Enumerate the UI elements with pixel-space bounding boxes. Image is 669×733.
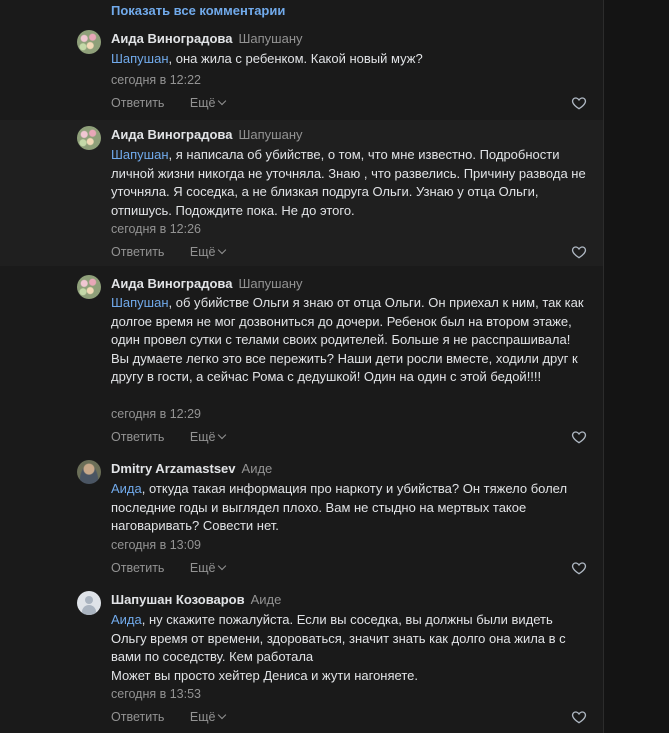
comment-header: Dmitry Arzamastsev Аиде — [111, 461, 272, 476]
like-heart-icon[interactable] — [571, 709, 587, 725]
comment-actions: Ответить Ещё — [111, 710, 226, 724]
more-button[interactable]: Ещё — [189, 430, 226, 444]
comment-header: Шапушан Козоваров Аиде — [111, 592, 281, 607]
like-heart-icon[interactable] — [571, 560, 587, 576]
mention-link[interactable]: Аида — [111, 481, 142, 496]
chevron-down-icon — [217, 245, 226, 255]
chevron-down-icon — [217, 96, 226, 106]
comment-body-line2: Может вы просто хейтер Дениса и жути наг… — [111, 667, 418, 683]
comment-header: Аида Виноградова Шапушану — [111, 127, 303, 142]
reply-button[interactable]: Ответить — [111, 561, 164, 575]
comment-item: Аида Виноградова Шапушану Шапушан, она жи… — [0, 22, 603, 120]
comment-actions: Ответить Ещё — [111, 430, 226, 444]
reply-button[interactable]: Ответить — [111, 430, 164, 444]
like-heart-icon[interactable] — [571, 244, 587, 260]
reply-button[interactable]: Ответить — [111, 710, 164, 724]
chevron-down-icon — [217, 430, 226, 440]
mention-link[interactable]: Шапушан — [111, 295, 169, 310]
comment-header: Аида Виноградова Шапушану — [111, 31, 303, 46]
comment-item: Dmitry Arzamastsev Аиде Аида, откуда така… — [0, 454, 603, 584]
comment-body: , я написала об убийстве, о том, что мне… — [111, 147, 586, 218]
more-label: Ещё — [189, 561, 216, 575]
comment-header: Аида Виноградова Шапушану — [111, 276, 303, 291]
mention-link[interactable]: Аида — [111, 612, 142, 627]
comment-item: Аида Виноградова Шапушану Шапушан, об уби… — [0, 266, 603, 454]
comment-item: Аида Виноградова Шапушану Шапушан, я напи… — [0, 120, 603, 266]
comment-time[interactable]: сегодня в 13:09 — [111, 538, 201, 552]
avatar[interactable] — [77, 30, 101, 54]
chevron-down-icon — [217, 561, 226, 571]
reply-to-link[interactable]: Шапушану — [238, 276, 302, 291]
author-name[interactable]: Аида Виноградова — [111, 31, 232, 46]
comment-item: Шапушан Козоваров Аиде Аида, ну скажите п… — [0, 584, 603, 733]
chevron-down-icon — [217, 710, 226, 720]
mention-link[interactable]: Шапушан — [111, 51, 169, 66]
comment-text: Шапушан, она жила с ребенком. Какой новы… — [111, 50, 591, 69]
author-name[interactable]: Шапушан Козоваров — [111, 592, 245, 607]
comment-body: , об убийстве Ольги я знаю от отца Ольги… — [111, 295, 584, 384]
comment-body: , она жила с ребенком. Какой новый муж? — [168, 51, 423, 66]
comment-body: , откуда такая информация про наркоту и … — [111, 481, 568, 533]
avatar[interactable] — [77, 591, 101, 615]
comment-text: Шапушан, я написала об убийстве, о том, … — [111, 146, 591, 220]
more-button[interactable]: Ещё — [189, 710, 226, 724]
comment-text: Аида, ну скажите пожалуйста. Если вы сос… — [111, 611, 591, 685]
reply-to-link[interactable]: Аиде — [242, 461, 273, 476]
comment-actions: Ответить Ещё — [111, 96, 226, 110]
reply-button[interactable]: Ответить — [111, 245, 164, 259]
comment-time[interactable]: сегодня в 12:29 — [111, 407, 201, 421]
reply-to-link[interactable]: Шапушану — [238, 31, 302, 46]
more-button[interactable]: Ещё — [189, 245, 226, 259]
comment-actions: Ответить Ещё — [111, 561, 226, 575]
author-name[interactable]: Аида Виноградова — [111, 276, 232, 291]
more-button[interactable]: Ещё — [189, 96, 226, 110]
more-button[interactable]: Ещё — [189, 561, 226, 575]
reply-to-link[interactable]: Шапушану — [238, 127, 302, 142]
avatar[interactable] — [77, 126, 101, 150]
comment-text: Аида, откуда такая информация про наркот… — [111, 480, 591, 536]
comment-time[interactable]: сегодня в 12:26 — [111, 222, 201, 236]
comment-time[interactable]: сегодня в 12:22 — [111, 73, 201, 87]
more-label: Ещё — [189, 96, 216, 110]
comments-panel: Показать все комментарии Аида Виноградов… — [0, 0, 604, 733]
comment-actions: Ответить Ещё — [111, 245, 226, 259]
author-name[interactable]: Аида Виноградова — [111, 127, 232, 142]
avatar[interactable] — [77, 460, 101, 484]
comment-text: Шапушан, об убийстве Ольги я знаю от отц… — [111, 294, 591, 387]
show-all-comments-link[interactable]: Показать все комментарии — [111, 3, 285, 18]
more-label: Ещё — [189, 430, 216, 444]
reply-to-link[interactable]: Аиде — [251, 592, 282, 607]
comment-body: , ну скажите пожалуйста. Если вы соседка… — [111, 612, 566, 664]
avatar[interactable] — [77, 275, 101, 299]
comment-time[interactable]: сегодня в 13:53 — [111, 687, 201, 701]
like-heart-icon[interactable] — [571, 429, 587, 445]
mention-link[interactable]: Шапушан — [111, 147, 169, 162]
more-label: Ещё — [189, 245, 216, 259]
like-heart-icon[interactable] — [571, 95, 587, 111]
more-label: Ещё — [189, 710, 216, 724]
reply-button[interactable]: Ответить — [111, 96, 164, 110]
author-name[interactable]: Dmitry Arzamastsev — [111, 461, 236, 476]
